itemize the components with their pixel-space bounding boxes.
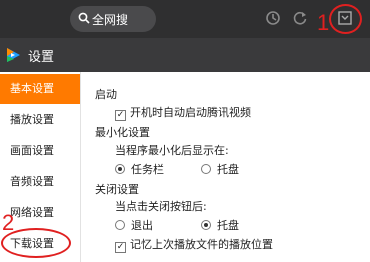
radio-exit[interactable]: 退出 bbox=[115, 217, 153, 233]
search-button[interactable]: 全网搜 bbox=[70, 6, 156, 32]
radio-taskbar-label: 任务栏 bbox=[131, 163, 164, 176]
autostart-checkbox[interactable]: ✓ 开机时自动启动腾讯视频 bbox=[115, 104, 251, 121]
radio-unselected-icon bbox=[201, 164, 211, 174]
refresh-icon[interactable] bbox=[292, 10, 308, 29]
radio-unselected-icon bbox=[115, 220, 125, 230]
search-label: 全网搜 bbox=[92, 13, 129, 27]
sidebar-item-playback[interactable]: 播放设置 bbox=[0, 105, 80, 135]
section-title-close: 关闭设置 bbox=[95, 183, 139, 196]
dialog-titlebar: 设置 bbox=[0, 38, 370, 72]
app-logo-icon bbox=[5, 47, 21, 66]
radio-exit-label: 退出 bbox=[131, 219, 153, 232]
radio-tray-minimize-label: 托盘 bbox=[217, 163, 239, 176]
autostart-label: 开机时自动启动腾讯视频 bbox=[130, 106, 251, 119]
sidebar-item-picture[interactable]: 画面设置 bbox=[0, 136, 80, 166]
section-title-minimize: 最小化设置 bbox=[95, 126, 150, 139]
remember-position-label: 记忆上次播放文件的播放位置 bbox=[130, 238, 273, 251]
settings-content: 启动 ✓ 开机时自动启动腾讯视频 最小化设置 当程序最小化后显示在: 任务栏 托盘… bbox=[81, 72, 370, 262]
app-topbar: 全网搜 bbox=[0, 0, 370, 38]
radio-tray-close[interactable]: 托盘 bbox=[201, 217, 239, 233]
radio-selected-icon bbox=[201, 220, 211, 230]
annotation-circle-1 bbox=[329, 4, 362, 34]
close-prompt: 当点击关闭按钮后: bbox=[115, 200, 207, 213]
annotation-number-1: 1 bbox=[317, 10, 330, 35]
radio-tray-close-label: 托盘 bbox=[217, 219, 239, 232]
radio-selected-icon bbox=[115, 164, 125, 174]
radio-tray-minimize[interactable]: 托盘 bbox=[201, 161, 239, 177]
section-title-startup: 启动 bbox=[95, 88, 117, 101]
radio-taskbar[interactable]: 任务栏 bbox=[115, 161, 164, 177]
annotation-circle-2 bbox=[1, 228, 71, 258]
checkbox-checked-icon: ✓ bbox=[115, 110, 126, 121]
sidebar-item-audio[interactable]: 音频设置 bbox=[0, 167, 80, 197]
dialog-title: 设置 bbox=[28, 50, 55, 65]
history-icon[interactable] bbox=[265, 10, 281, 29]
checkbox-checked-icon: ✓ bbox=[115, 242, 126, 253]
search-icon bbox=[78, 12, 90, 27]
minimize-prompt: 当程序最小化后显示在: bbox=[115, 144, 229, 157]
sidebar-item-basic[interactable]: 基本设置 bbox=[0, 74, 80, 104]
remember-position-checkbox[interactable]: ✓ 记忆上次播放文件的播放位置 bbox=[115, 236, 273, 253]
